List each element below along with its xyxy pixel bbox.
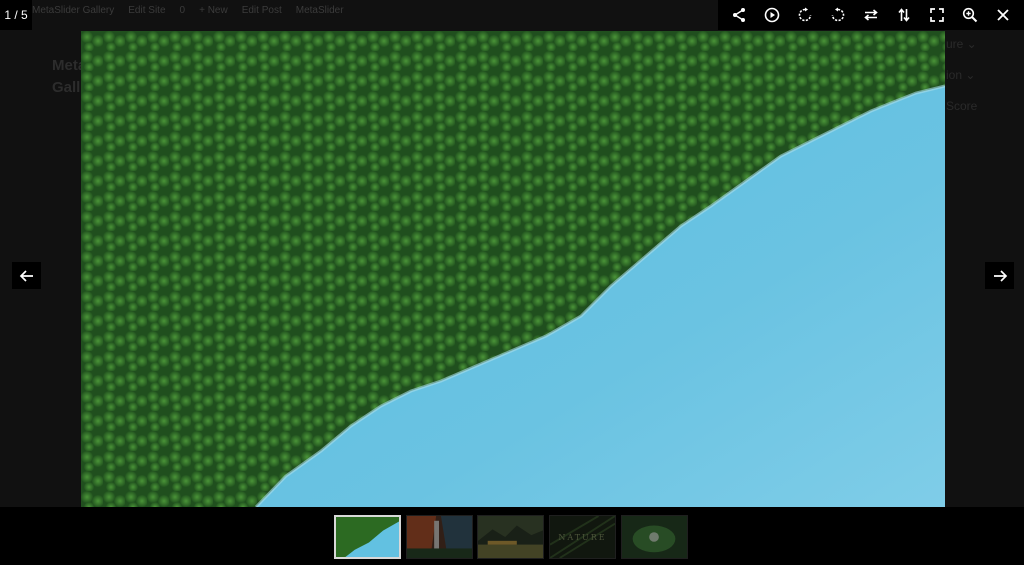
- arrow-left-icon: [19, 269, 33, 282]
- thumbnail-image: [622, 516, 687, 558]
- background-menu-item: Score: [946, 99, 978, 113]
- thumbnail-leaf[interactable]: [621, 515, 688, 559]
- thumbnail-caption: NATURE: [558, 532, 607, 542]
- fullscreen-button[interactable]: [922, 0, 952, 30]
- admin-bar-site-name: MetaSlider Gallery: [32, 4, 115, 16]
- thumbnail-strip: NATURE: [0, 507, 1024, 565]
- flip-vertical-button[interactable]: [889, 0, 919, 30]
- play-icon: [764, 7, 779, 23]
- zoom-in-icon: [963, 7, 978, 23]
- rotate-left-icon: [831, 7, 845, 22]
- lightbox-toolbar: [718, 0, 1024, 30]
- admin-bar-edit-site: Edit Site: [128, 4, 166, 16]
- thumbnail-mountain-lake[interactable]: [477, 515, 544, 559]
- thumbnail-image: [336, 517, 399, 557]
- background-menu-item: ure ⌄: [946, 37, 977, 51]
- rotate-right-icon: [798, 7, 812, 22]
- flip-horizontal-button[interactable]: [856, 0, 886, 30]
- admin-bar-new: + New: [199, 4, 228, 16]
- image-counter: 1 / 5: [0, 0, 32, 30]
- share-button[interactable]: [724, 0, 754, 30]
- forest-lake-image: [81, 31, 945, 507]
- main-image-forest-lake[interactable]: [81, 31, 945, 507]
- previous-button[interactable]: [12, 262, 41, 289]
- admin-bar: MetaSlider Gallery Edit Site 0 + New Edi…: [32, 0, 718, 20]
- flip-vertical-icon: [898, 8, 910, 22]
- admin-bar-edit-post: Edit Post: [241, 4, 282, 16]
- close-button[interactable]: [988, 0, 1018, 30]
- arrow-right-icon: [993, 269, 1007, 282]
- flip-horizontal-icon: [864, 9, 878, 21]
- background-menu-item: ion ⌄: [946, 68, 976, 82]
- play-button[interactable]: [757, 0, 787, 30]
- zoom-in-button[interactable]: [955, 0, 985, 30]
- admin-bar-metaslider: MetaSlider: [295, 4, 344, 16]
- thumbnail-image: [407, 516, 472, 558]
- share-icon: [732, 8, 745, 22]
- thumbnail-nature[interactable]: NATURE: [549, 515, 616, 559]
- background-page-title: Meta Galle: [52, 57, 82, 96]
- fullscreen-icon: [930, 8, 945, 22]
- rotate-right-button[interactable]: [790, 0, 820, 30]
- next-button[interactable]: [985, 262, 1014, 289]
- admin-bar-comments: 0: [179, 4, 186, 16]
- thumbnail-waterfall[interactable]: [406, 515, 473, 559]
- thumbnail-image: [478, 516, 543, 558]
- close-icon: [997, 9, 1010, 21]
- rotate-left-button[interactable]: [823, 0, 853, 30]
- thumbnail-forest-lake[interactable]: [334, 515, 401, 559]
